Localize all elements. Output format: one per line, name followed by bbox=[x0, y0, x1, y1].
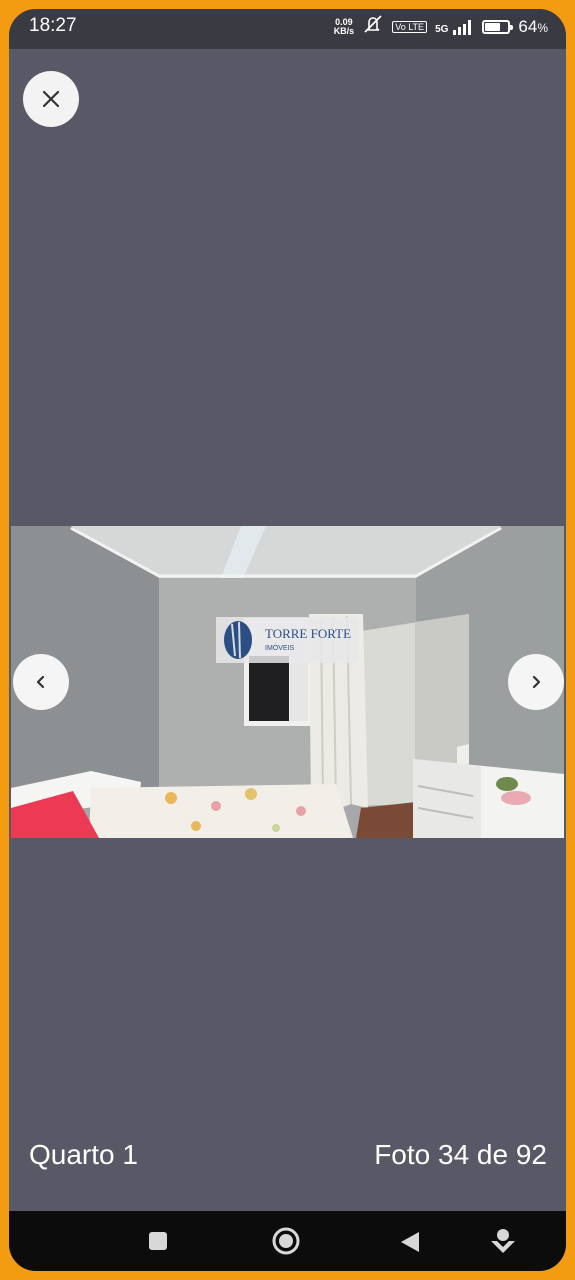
previous-photo-button[interactable] bbox=[13, 654, 69, 710]
system-navigation-bar bbox=[9, 1211, 566, 1271]
mute-icon bbox=[362, 14, 384, 39]
room-label: Quarto 1 bbox=[29, 1139, 138, 1170]
signal-group: 5G bbox=[435, 19, 474, 35]
bedroom-image: TORRE FORTE IMÓVEIS bbox=[11, 526, 564, 838]
close-button[interactable] bbox=[23, 71, 79, 127]
watermark-brand: TORRE FORTE bbox=[265, 626, 351, 641]
status-bar: 18:27 0.09 KB/s Vo LTE 5G 64% bbox=[9, 9, 566, 49]
back-triangle-icon bbox=[401, 1232, 419, 1252]
recents-square-icon bbox=[149, 1232, 167, 1250]
chevron-right-icon bbox=[532, 675, 541, 689]
next-photo-button[interactable] bbox=[508, 654, 564, 710]
network-speed: 0.09 KB/s bbox=[333, 17, 355, 36]
home-button[interactable] bbox=[271, 1226, 301, 1261]
home-circle-icon bbox=[272, 1227, 300, 1255]
close-icon bbox=[42, 90, 60, 108]
assistant-button[interactable] bbox=[489, 1227, 517, 1260]
watermark-subtitle: IMÓVEIS bbox=[265, 643, 295, 652]
network-type-label: 5G bbox=[435, 23, 449, 35]
property-photo[interactable]: TORRE FORTE IMÓVEIS bbox=[11, 526, 564, 838]
battery-percentage: 64% bbox=[518, 16, 548, 36]
volte-badge: Vo LTE bbox=[392, 20, 428, 33]
phone-screen: 18:27 0.09 KB/s Vo LTE 5G 64% TORRE FORT… bbox=[0, 0, 575, 1280]
assistant-icon bbox=[491, 1229, 515, 1253]
signal-icon bbox=[453, 19, 472, 35]
battery-icon bbox=[482, 19, 514, 34]
network-speed-unit: KB/s bbox=[333, 25, 355, 36]
status-time: 18:27 bbox=[29, 15, 77, 36]
chevron-left-icon bbox=[36, 675, 45, 689]
status-icons: 0.09 KB/s Vo LTE 5G 64% bbox=[334, 14, 548, 39]
recents-button[interactable] bbox=[148, 1231, 168, 1256]
photo-counter: Foto 34 de 92 bbox=[374, 1139, 547, 1170]
back-button[interactable] bbox=[399, 1230, 421, 1259]
